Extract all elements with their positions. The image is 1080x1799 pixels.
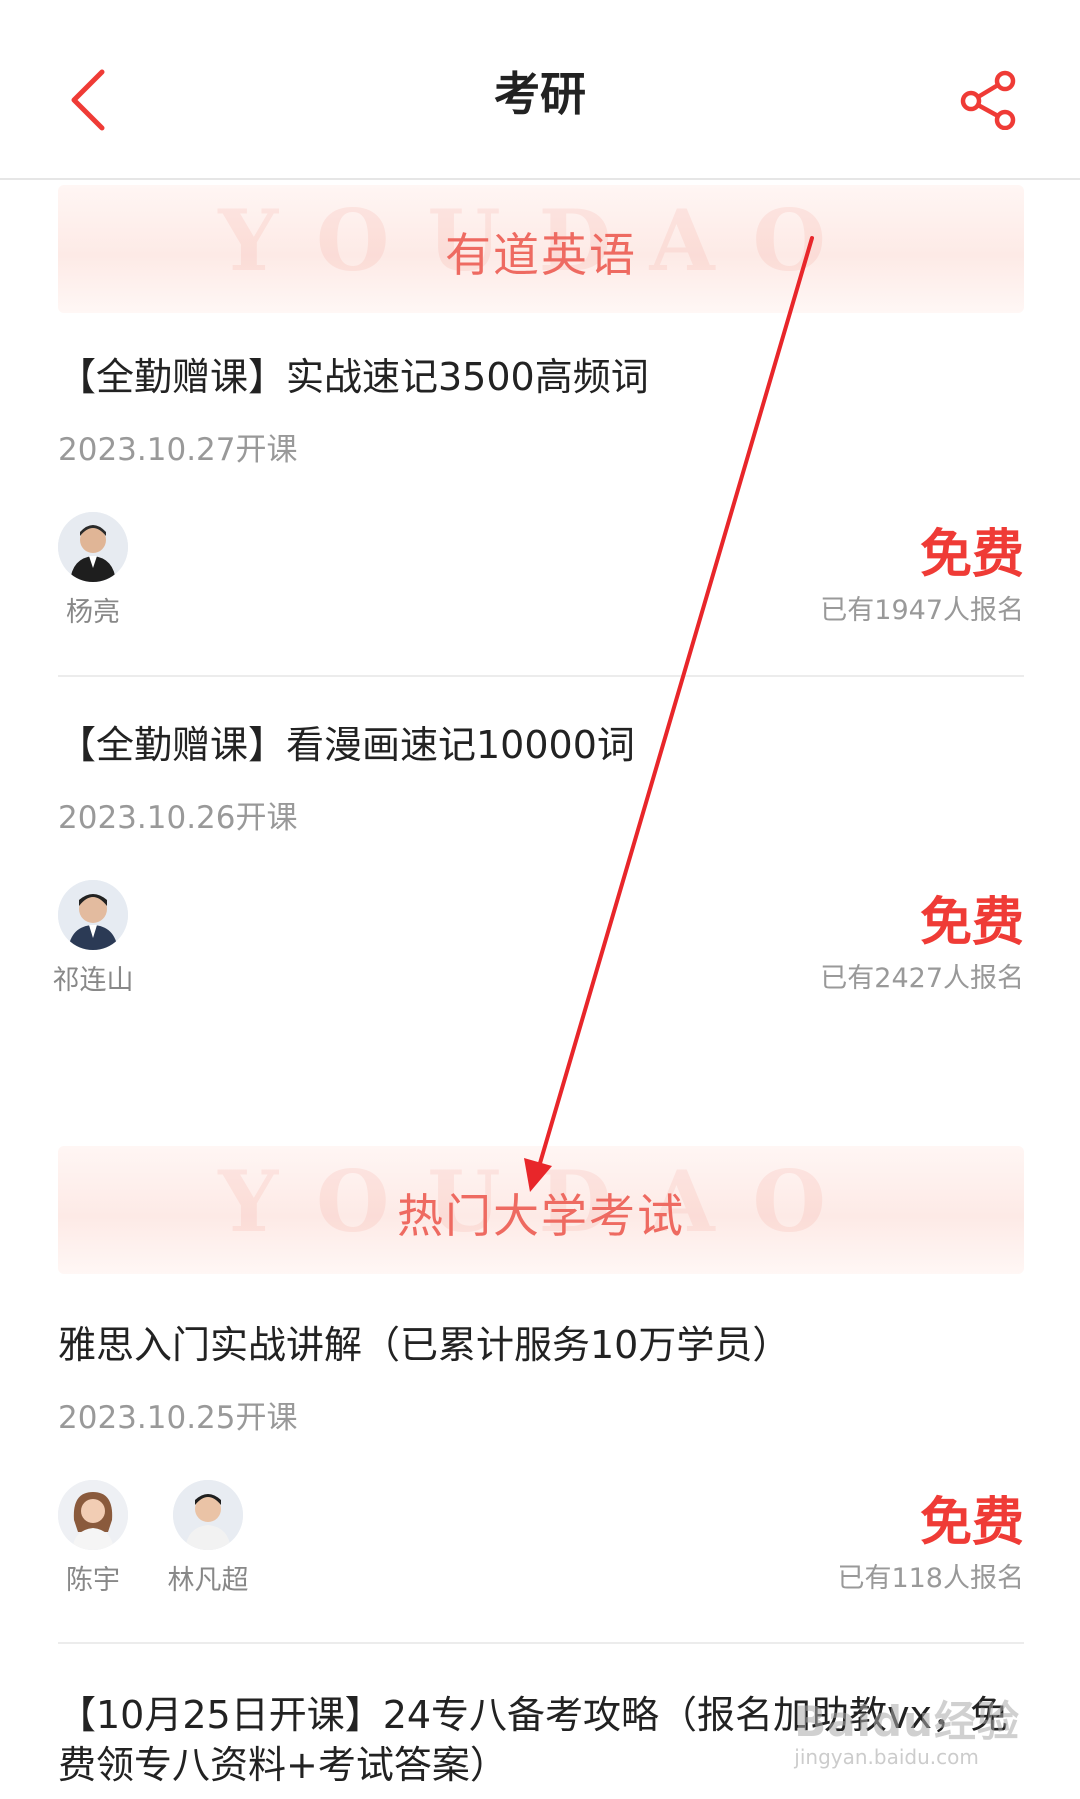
signup-count: 已有2427人报名	[820, 963, 1024, 994]
avatar	[173, 1480, 243, 1550]
course-price: 免费	[919, 893, 1024, 953]
teacher[interactable]: 杨亮	[38, 512, 148, 629]
section-title: 热门大学考试	[397, 1189, 685, 1243]
share-icon	[960, 70, 1016, 130]
top-nav-bar: 考研	[0, 0, 1080, 180]
course-start-date: 2023.10.26开课	[58, 800, 298, 836]
avatar	[58, 1480, 128, 1550]
back-button[interactable]	[48, 60, 128, 140]
teacher[interactable]: 祁连山	[38, 880, 148, 997]
course-card[interactable]: 【全勤赠课】看漫画速记10000词 2023.10.26开课 祁连山 免费 已有…	[53, 720, 1025, 1020]
course-title: 【全勤赠课】实战速记3500高频词	[58, 355, 649, 399]
share-button[interactable]	[944, 56, 1032, 144]
chevron-left-icon	[71, 69, 105, 131]
teacher-name: 陈宇	[66, 1565, 120, 1596]
avatar	[58, 880, 128, 950]
teacher-name: 祁连山	[52, 965, 134, 996]
teacher[interactable]: 林凡超	[153, 1480, 263, 1597]
avatar	[58, 512, 128, 582]
course-price: 免费	[919, 525, 1024, 585]
teacher[interactable]: 陈宇	[38, 1480, 148, 1597]
course-title: 雅思入门实战讲解（已累计服务10万学员）	[58, 1323, 791, 1367]
watermark-main: Baidu经验	[794, 1697, 1020, 1746]
page-title: 考研	[494, 67, 586, 121]
section-title: 有道英语	[445, 228, 637, 282]
course-price: 免费	[919, 1493, 1024, 1553]
course-card[interactable]: 【全勤赠课】实战速记3500高频词 2023.10.27开课 杨亮 免费 已有1…	[58, 352, 1024, 652]
course-start-date: 2023.10.25开课	[58, 1400, 298, 1436]
divider	[58, 1642, 1024, 1644]
signup-count: 已有1947人报名	[820, 595, 1024, 626]
signup-count: 已有118人报名	[837, 1563, 1024, 1594]
teacher-name: 杨亮	[66, 597, 120, 628]
teacher-name: 林凡超	[167, 1565, 249, 1596]
section-banner-popular-university-exams: YOUDAO 热门大学考试	[58, 1146, 1024, 1274]
baidu-watermark: Baidu经验 jingyan.baidu.com	[794, 1688, 1020, 1769]
course-title: 【全勤赠课】看漫画速记10000词	[58, 723, 635, 767]
section-banner-youdao-english: YOUDAO 有道英语	[58, 185, 1024, 313]
divider	[58, 675, 1024, 677]
course-card[interactable]: 雅思入门实战讲解（已累计服务10万学员） 2023.10.25开课 陈宇 林凡超…	[58, 1320, 1024, 1620]
course-start-date: 2023.10.27开课	[58, 432, 298, 468]
